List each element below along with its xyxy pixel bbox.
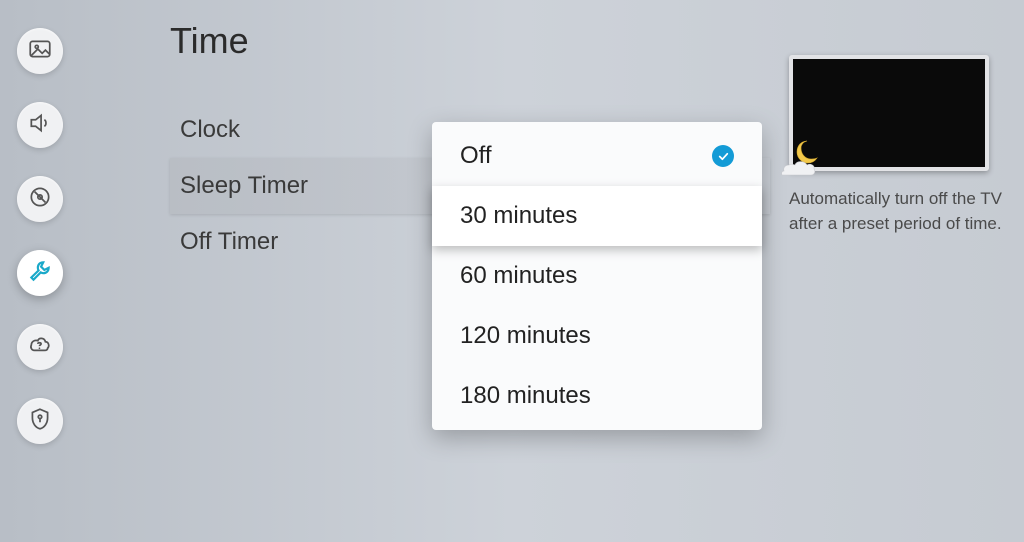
help-cloud-icon bbox=[27, 332, 53, 363]
sidebar-item-support[interactable] bbox=[17, 324, 63, 370]
sidebar-item-picture[interactable] bbox=[17, 28, 63, 74]
speaker-icon bbox=[27, 110, 53, 141]
dropdown-option-label: 120 minutes bbox=[460, 322, 591, 350]
sidebar-item-general[interactable] bbox=[17, 250, 63, 296]
shield-icon bbox=[27, 406, 53, 437]
menu-item-label: Clock bbox=[180, 116, 240, 143]
dropdown-option-label: 60 minutes bbox=[460, 262, 577, 290]
settings-sidebar bbox=[0, 0, 80, 542]
dropdown-option-180min[interactable]: 180 minutes bbox=[432, 366, 762, 426]
menu-item-label: Off Timer bbox=[180, 228, 278, 255]
page-title: Time bbox=[170, 20, 770, 62]
wrench-icon bbox=[27, 258, 53, 289]
info-panel: Automatically turn off the TV after a pr… bbox=[789, 55, 1014, 236]
dropdown-option-label: Off bbox=[460, 142, 492, 170]
sleep-timer-dropdown: Off 30 minutes 60 minutes 120 minutes 18… bbox=[432, 122, 762, 430]
sidebar-item-broadcast[interactable] bbox=[17, 176, 63, 222]
dropdown-option-30min[interactable]: 30 minutes bbox=[432, 186, 762, 246]
dropdown-option-120min[interactable]: 120 minutes bbox=[432, 306, 762, 366]
moon-cloud-icon bbox=[779, 137, 825, 177]
dropdown-option-label: 30 minutes bbox=[460, 202, 577, 230]
dropdown-option-label: 180 minutes bbox=[460, 382, 591, 410]
dropdown-option-60min[interactable]: 60 minutes bbox=[432, 246, 762, 306]
info-description: Automatically turn off the TV after a pr… bbox=[789, 187, 1014, 236]
menu-item-label: Sleep Timer bbox=[180, 172, 308, 199]
check-icon bbox=[712, 145, 734, 167]
dropdown-option-off[interactable]: Off bbox=[432, 126, 762, 186]
sidebar-item-sound[interactable] bbox=[17, 102, 63, 148]
picture-icon bbox=[27, 36, 53, 67]
sidebar-item-security[interactable] bbox=[17, 398, 63, 444]
satellite-icon bbox=[27, 184, 53, 215]
preview-thumbnail bbox=[789, 55, 989, 171]
